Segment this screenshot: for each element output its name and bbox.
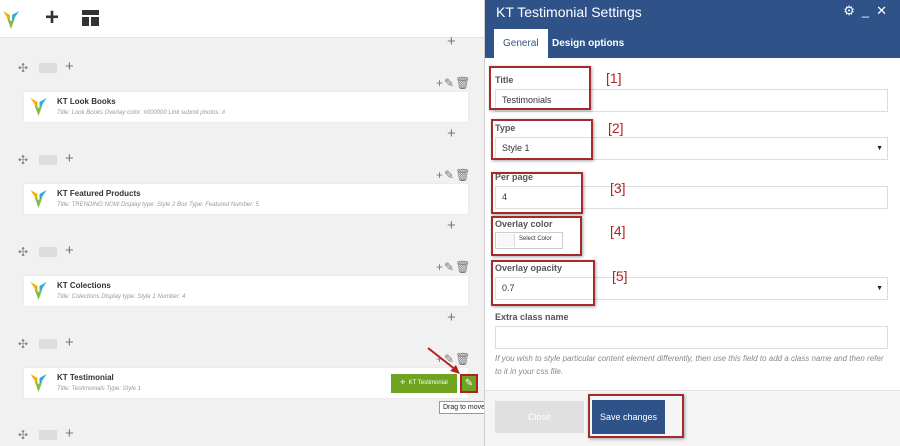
element-card[interactable]: KT Colections Title: Colections Display …: [23, 275, 469, 307]
layout-icon[interactable]: [82, 10, 99, 26]
drag-tooltip: Drag to move KT Testimonial: [439, 401, 484, 414]
edit-pencil-icon[interactable]: ✎: [444, 76, 455, 90]
element-subtitle: Title: Look Books Overlay color: #000000…: [57, 110, 226, 116]
add-icon[interactable]: +: [436, 260, 444, 274]
minimize-icon[interactable]: _: [862, 3, 869, 18]
add-icon[interactable]: +: [436, 76, 444, 90]
add-element-plus-icon[interactable]: +: [447, 218, 456, 234]
drag-element-button[interactable]: ✣ KT Testimonial: [391, 374, 457, 393]
add-column-icon[interactable]: +: [65, 335, 74, 351]
trash-icon[interactable]: 🗑: [455, 76, 471, 90]
annotation-box-3: [491, 172, 583, 214]
annotation-label-5: [5]: [612, 268, 628, 284]
element-title: KT Featured Products: [57, 189, 141, 198]
element-title: KT Colections: [57, 281, 111, 290]
column-layout-icon[interactable]: [39, 155, 57, 165]
move-icon[interactable]: ✣: [18, 245, 28, 259]
add-column-icon[interactable]: +: [65, 243, 74, 259]
annotation-label-1: [1]: [606, 70, 622, 86]
element-tools: +✎🗑: [436, 76, 471, 90]
annotation-box-4: [491, 216, 582, 256]
annotation-box-5: [491, 260, 595, 306]
annotation-label-4: [4]: [610, 223, 626, 239]
add-element-plus-icon[interactable]: +: [447, 310, 456, 326]
chevron-down-icon: ▼: [876, 145, 883, 152]
element-tools: +✎🗑: [436, 168, 471, 182]
edit-pencil-icon[interactable]: ✎: [444, 168, 455, 182]
extra-class-input[interactable]: [495, 326, 888, 349]
close-button[interactable]: Close: [495, 401, 584, 433]
element-card[interactable]: KT Featured Products Title: TRENDING NOW…: [23, 183, 469, 215]
annotation-label-2: [2]: [608, 120, 624, 136]
red-arrow-icon: [427, 347, 460, 374]
add-column-icon[interactable]: +: [65, 59, 74, 75]
element-subtitle: Title: TRENDING NOW Display type: Style …: [57, 202, 259, 208]
element-subtitle: Title: Testimonials Type: Style 1: [57, 386, 141, 392]
move-icon[interactable]: ✣: [18, 153, 28, 167]
visual-composer-logo-icon: [30, 98, 47, 116]
add-icon[interactable]: +: [436, 168, 444, 182]
visual-composer-logo-icon: [30, 282, 47, 300]
help-text: If you wish to style particular content …: [495, 354, 884, 376]
element-tools: +✎🗑: [436, 260, 471, 274]
tab-general[interactable]: General: [494, 29, 548, 58]
element-title: KT Testimonial: [57, 373, 114, 382]
tab-design-options[interactable]: Design options: [543, 29, 633, 58]
element-card[interactable]: KT Look Books Title: Look Books Overlay …: [23, 91, 469, 123]
trash-icon[interactable]: 🗑: [455, 168, 471, 182]
element-title: KT Look Books: [57, 97, 116, 106]
edit-element-button[interactable]: ✎: [460, 374, 478, 393]
column-layout-icon[interactable]: [39, 339, 57, 349]
edit-pencil-icon[interactable]: ✎: [444, 260, 455, 274]
panel-title: KT Testimonial Settings: [496, 4, 642, 20]
page-editor: + + ✣ + +✎🗑 KT Look Books Title: Look Bo…: [0, 0, 484, 446]
annotation-box-2: [491, 119, 593, 160]
settings-panel: KT Testimonial Settings ⚙ _ ✕ General Desi…: [484, 0, 900, 446]
add-element-plus-icon[interactable]: +: [447, 126, 456, 142]
chevron-down-icon: ▼: [876, 285, 883, 292]
drag-element-label: KT Testimonial: [408, 380, 448, 386]
column-layout-icon[interactable]: [39, 247, 57, 257]
add-element-plus-icon[interactable]: +: [447, 34, 456, 50]
gear-icon[interactable]: ⚙: [843, 3, 855, 18]
close-icon[interactable]: ✕: [876, 3, 887, 18]
annotation-box-save: [588, 394, 684, 438]
add-element-icon[interactable]: +: [44, 6, 60, 30]
visual-composer-logo-icon: [30, 374, 47, 392]
visual-composer-logo-icon: [30, 190, 47, 208]
annotation-label-3: [3]: [610, 180, 626, 196]
annotation-box-1: [489, 66, 591, 110]
column-layout-icon[interactable]: [39, 63, 57, 73]
column-layout-icon[interactable]: [39, 430, 57, 440]
move-icon[interactable]: ✣: [18, 337, 28, 351]
trash-icon[interactable]: 🗑: [455, 260, 471, 274]
panel-header: KT Testimonial Settings ⚙ _ ✕ General Desi…: [485, 0, 900, 58]
element-subtitle: Title: Colections Display type: Style 1 …: [57, 294, 186, 300]
editor-toolbar: +: [0, 0, 484, 38]
pencil-icon: ✎: [464, 378, 474, 389]
add-column-icon[interactable]: +: [65, 426, 74, 442]
extra-class-label: Extra class name: [495, 312, 569, 322]
move-icon[interactable]: ✣: [18, 428, 28, 442]
visual-composer-logo-icon[interactable]: [3, 9, 19, 29]
move-icon[interactable]: ✣: [18, 61, 28, 75]
header-controls: ⚙ _ ✕: [836, 3, 887, 19]
add-column-icon[interactable]: +: [65, 151, 74, 167]
